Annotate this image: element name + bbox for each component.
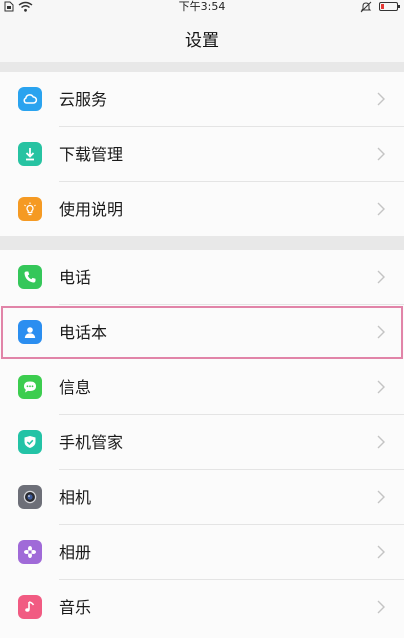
chevron-right-icon bbox=[377, 202, 385, 216]
status-time: 下午3:54 bbox=[178, 0, 226, 13]
settings-item-label: 下载管理 bbox=[59, 145, 124, 164]
settings-item-label: 音乐 bbox=[59, 598, 92, 617]
settings-item-label: 信息 bbox=[59, 378, 92, 397]
chevron-right-icon bbox=[377, 325, 385, 339]
chevron-right-icon bbox=[377, 147, 385, 161]
settings-item-camera[interactable]: 相机 bbox=[0, 470, 404, 525]
battery-low-icon bbox=[379, 2, 400, 11]
settings-item-messages[interactable]: 信息 bbox=[0, 360, 404, 415]
cloud-icon bbox=[18, 87, 42, 111]
settings-item-label: 相机 bbox=[59, 488, 92, 507]
section-gap bbox=[0, 62, 404, 72]
settings-item-download-manager[interactable]: 下载管理 bbox=[0, 127, 404, 182]
chevron-right-icon bbox=[377, 545, 385, 559]
settings-group-services: 云服务 下载管理 使用说明 bbox=[0, 72, 404, 236]
settings-item-phone[interactable]: 电话 bbox=[0, 250, 404, 305]
settings-item-label: 使用说明 bbox=[59, 200, 124, 219]
contacts-icon bbox=[18, 320, 42, 344]
settings-item-music[interactable]: 音乐 bbox=[0, 580, 404, 635]
settings-item-phone-manager[interactable]: 手机管家 bbox=[0, 415, 404, 470]
settings-item-label: 手机管家 bbox=[59, 433, 124, 452]
chevron-right-icon bbox=[377, 92, 385, 106]
camera-icon bbox=[18, 485, 42, 509]
settings-item-label: 电话本 bbox=[59, 323, 108, 342]
settings-item-cloud-service[interactable]: 云服务 bbox=[0, 72, 404, 127]
settings-item-label: 相册 bbox=[59, 543, 92, 562]
page-title: 设置 bbox=[185, 31, 219, 51]
chevron-right-icon bbox=[377, 270, 385, 284]
settings-item-contacts[interactable]: 电话本 bbox=[0, 305, 404, 360]
message-icon bbox=[18, 375, 42, 399]
settings-item-label: 电话 bbox=[59, 268, 92, 287]
chevron-right-icon bbox=[377, 435, 385, 449]
chevron-right-icon bbox=[377, 490, 385, 504]
flower-icon bbox=[18, 540, 42, 564]
settings-item-user-guide[interactable]: 使用说明 bbox=[0, 182, 404, 237]
bulb-icon bbox=[18, 197, 42, 221]
shield-icon bbox=[18, 430, 42, 454]
settings-group-apps: 电话 电话本 信息 手机管家 相机 相册 音乐 bbox=[0, 250, 404, 638]
status-bar: 下午3:54 bbox=[0, 0, 404, 14]
download-icon bbox=[18, 142, 42, 166]
music-icon bbox=[18, 595, 42, 619]
settings-item-label: 云服务 bbox=[59, 90, 108, 109]
bell-muted-icon bbox=[360, 1, 372, 13]
section-gap bbox=[0, 236, 404, 250]
chevron-right-icon bbox=[377, 380, 385, 394]
nav-bar: 设置 bbox=[0, 14, 404, 62]
settings-item-gallery[interactable]: 相册 bbox=[0, 525, 404, 580]
phone-icon bbox=[18, 265, 42, 289]
chevron-right-icon bbox=[377, 600, 385, 614]
